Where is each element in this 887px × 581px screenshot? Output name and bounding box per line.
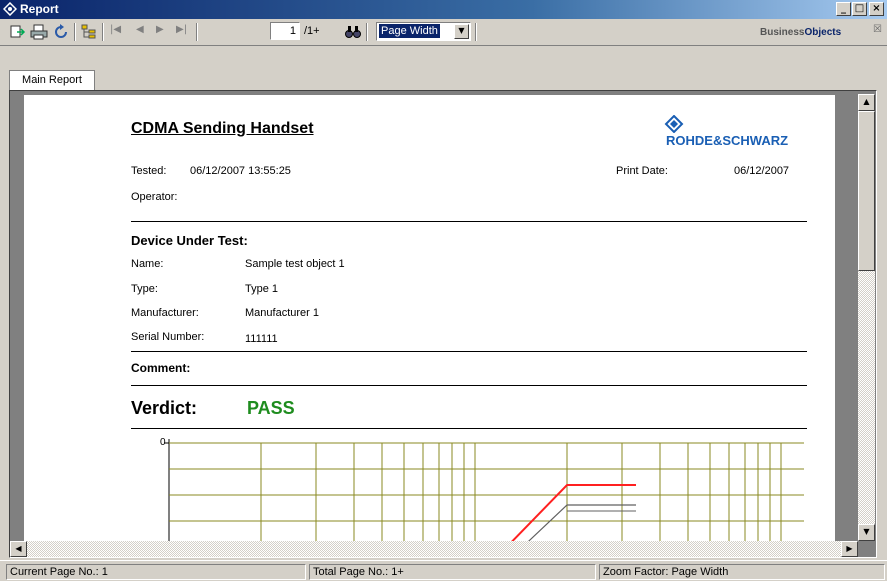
print-date-value: 06/12/2007 bbox=[734, 165, 790, 177]
close-window-button[interactable]: × bbox=[869, 2, 884, 16]
vertical-scrollbar[interactable]: ▲ ▼ bbox=[858, 94, 875, 541]
status-zoom-factor: Zoom Factor: Page Width bbox=[599, 564, 885, 580]
verdict-label: Verdict: bbox=[131, 398, 198, 418]
dut-label: Manufacturer: bbox=[131, 307, 199, 319]
scroll-left-button[interactable]: ◀ bbox=[10, 541, 27, 557]
scroll-right-button[interactable]: ▶ bbox=[841, 541, 858, 557]
comment-label: Comment: bbox=[131, 361, 191, 375]
maximize-button[interactable]: □ bbox=[852, 2, 867, 16]
dut-value: Sample test object 1 bbox=[245, 258, 345, 270]
tested-value: 06/12/2007 13:55:25 bbox=[190, 165, 291, 177]
dut-value: Manufacturer 1 bbox=[245, 307, 319, 319]
status-current-page: Current Page No.: 1 bbox=[6, 564, 306, 580]
minimize-button[interactable]: _ bbox=[836, 2, 851, 16]
print-icon[interactable] bbox=[30, 23, 48, 41]
dut-heading: Device Under Test: bbox=[131, 233, 248, 248]
zoom-selected-value: Page Width bbox=[379, 24, 440, 38]
horizontal-scrollbar[interactable]: ◀ ▶ bbox=[10, 541, 858, 557]
operator-label: Operator: bbox=[131, 191, 178, 203]
export-icon[interactable] bbox=[8, 23, 26, 41]
search-binoculars-icon[interactable] bbox=[344, 23, 362, 41]
report-viewport[interactable]: CDMA Sending Handset ROHDE&SCHWARZ Teste… bbox=[9, 90, 877, 558]
refresh-icon[interactable] bbox=[52, 23, 70, 41]
report-title: CDMA Sending Handset bbox=[131, 120, 314, 137]
group-tree-icon[interactable] bbox=[80, 23, 98, 41]
title-bar[interactable]: Report _ □ × bbox=[0, 0, 887, 19]
page-total-label: /1+ bbox=[304, 25, 320, 37]
status-bar: Current Page No.: 1 Total Page No.: 1+ Z… bbox=[0, 560, 887, 581]
previous-page-icon[interactable]: ◀ bbox=[136, 24, 144, 35]
measurement-chart bbox=[164, 439, 804, 555]
tested-label: Tested: bbox=[131, 165, 167, 177]
zoom-select[interactable]: Page Width ▼ bbox=[376, 22, 471, 41]
dut-value: Type 1 bbox=[245, 283, 279, 295]
window-title: Report bbox=[20, 2, 59, 16]
last-page-icon[interactable]: ▶| bbox=[176, 24, 187, 35]
tab-main-report[interactable]: Main Report bbox=[9, 70, 95, 90]
status-total-page: Total Page No.: 1+ bbox=[309, 564, 596, 580]
print-date-label: Print Date: bbox=[616, 165, 668, 177]
page-number-input[interactable]: 1 bbox=[270, 22, 300, 40]
first-page-icon[interactable]: |◀ bbox=[110, 24, 121, 35]
scroll-up-button[interactable]: ▲ bbox=[858, 94, 875, 111]
businessobjects-logo: BusinessObjects bbox=[760, 27, 842, 38]
rohde-schwarz-logo: ROHDE&SCHWARZ bbox=[664, 115, 814, 149]
chevron-down-icon[interactable]: ▼ bbox=[454, 24, 469, 39]
report-page: CDMA Sending Handset ROHDE&SCHWARZ Teste… bbox=[24, 95, 835, 555]
verdict-value: PASS bbox=[247, 398, 295, 418]
dut-label: Name: bbox=[131, 258, 164, 270]
vertical-scroll-thumb[interactable] bbox=[858, 111, 875, 271]
report-app-icon bbox=[2, 1, 18, 17]
dut-value: 111111 bbox=[245, 333, 278, 345]
close-view-icon[interactable]: ☒ bbox=[873, 24, 882, 35]
dut-label: Type: bbox=[131, 283, 158, 295]
dut-label: Serial Number: bbox=[131, 331, 205, 343]
scroll-down-button[interactable]: ▼ bbox=[858, 524, 875, 541]
next-page-icon[interactable]: ▶ bbox=[156, 24, 164, 35]
